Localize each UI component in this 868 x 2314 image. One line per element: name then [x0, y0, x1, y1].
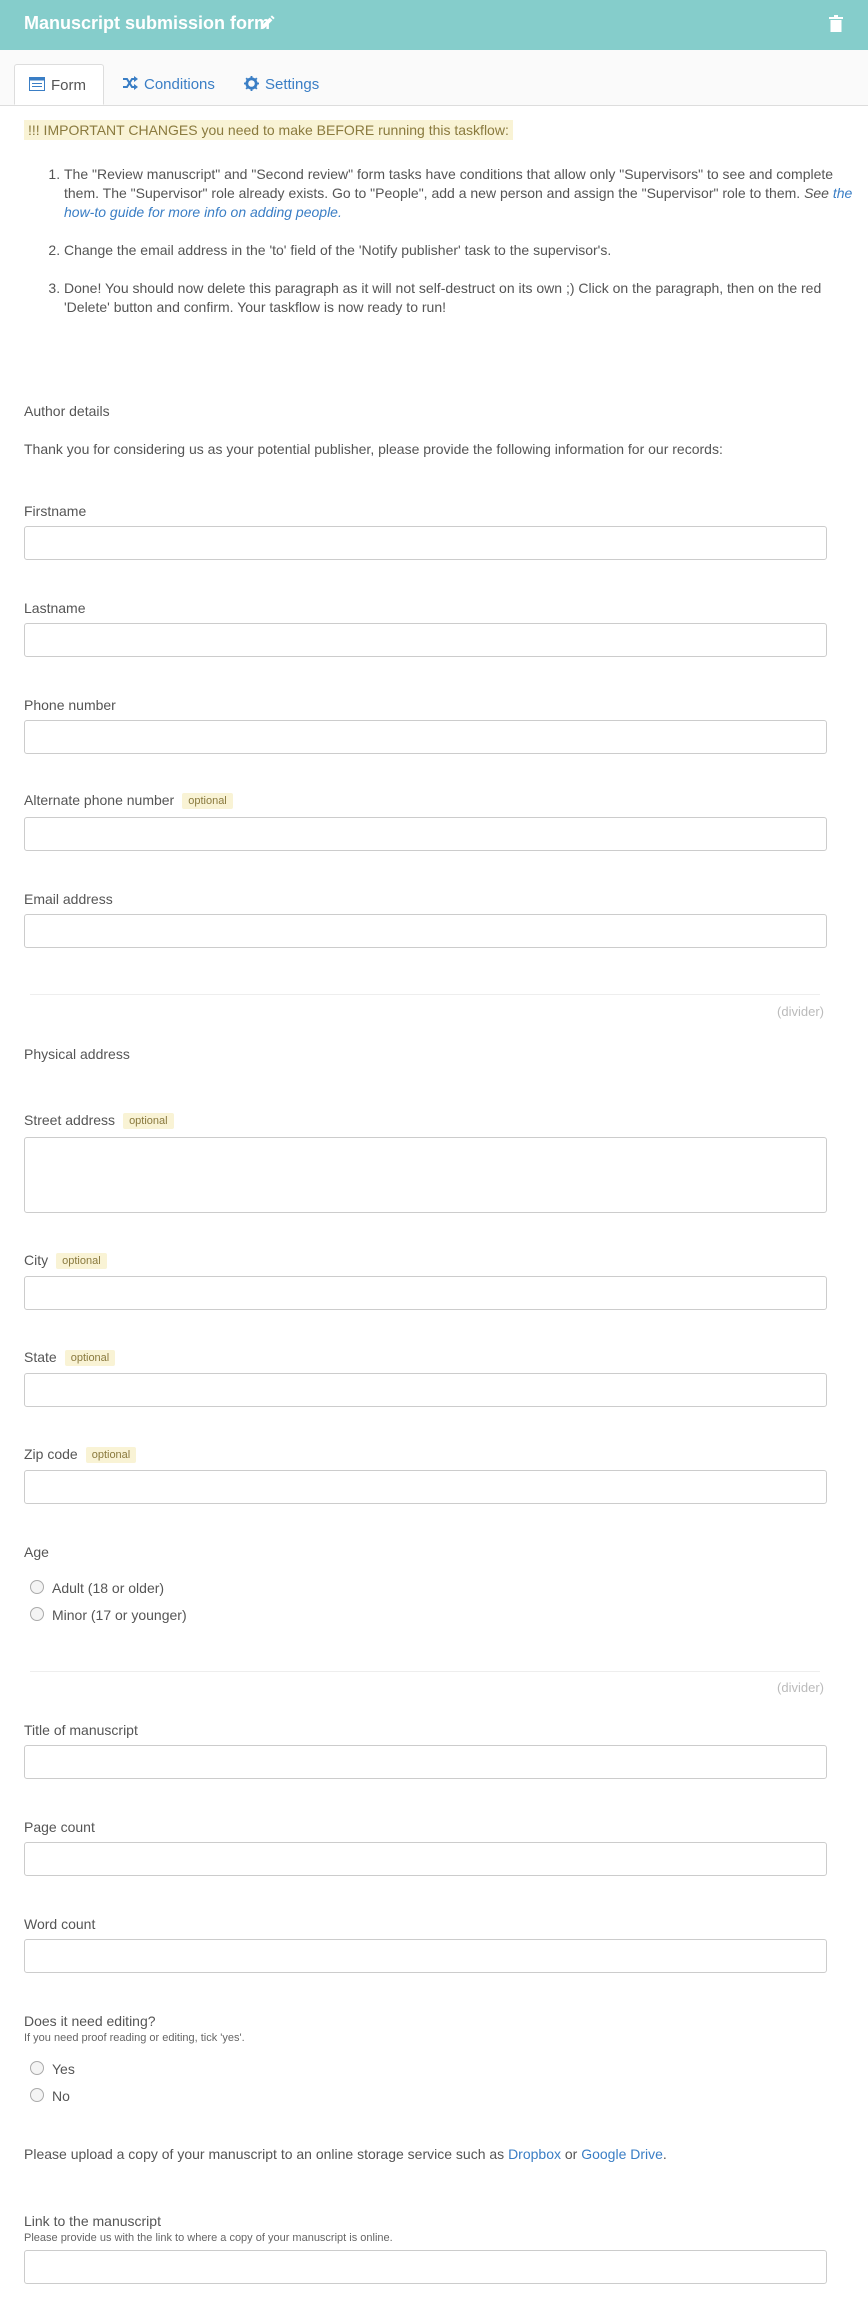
divider-label: (divider) — [777, 1680, 824, 1695]
step-see: See — [804, 185, 829, 201]
city-label-text: City — [24, 1252, 49, 1268]
app-header: Manuscript submission form — [0, 0, 868, 50]
email-input[interactable] — [24, 914, 827, 948]
lastname-label: Lastname — [24, 600, 86, 616]
instruction-step: Change the email address in the 'to' fie… — [64, 241, 864, 260]
city-input[interactable] — [24, 1276, 827, 1310]
editing-option-no[interactable]: No — [30, 2088, 70, 2104]
instruction-step: Done! You should now delete this paragra… — [64, 279, 864, 317]
optional-badge: optional — [64, 1350, 116, 1367]
tab-settings[interactable]: Settings — [244, 64, 319, 105]
shuffle-icon — [123, 76, 138, 91]
instructions-list: The "Review manuscript" and "Second revi… — [24, 165, 864, 336]
important-notice: !!! IMPORTANT CHANGES you need to make B… — [24, 120, 513, 140]
tab-conditions[interactable]: Conditions — [122, 64, 215, 105]
radio-circle[interactable] — [30, 1580, 44, 1595]
state-input[interactable] — [24, 1373, 827, 1407]
tab-bar: Form Conditions Settings — [0, 50, 868, 106]
divider-label: (divider) — [777, 1004, 824, 1019]
divider-line — [30, 1671, 820, 1672]
zip-input[interactable] — [24, 1470, 827, 1504]
tab-settings-label: Settings — [265, 76, 320, 93]
author-details-heading: Author details — [24, 403, 110, 419]
alt-phone-input[interactable] — [24, 817, 827, 851]
upload-or: or — [564, 2146, 578, 2162]
alt-phone-label: Alternate phone number optional — [24, 792, 233, 810]
radio-circle[interactable] — [30, 2061, 44, 2076]
page-count-input[interactable] — [24, 1842, 827, 1876]
instruction-step: The "Review manuscript" and "Second revi… — [64, 165, 864, 222]
radio-circle[interactable] — [30, 1607, 44, 1622]
tab-form-label: Form — [51, 77, 86, 94]
gear-icon — [244, 75, 259, 91]
pencil-icon[interactable] — [258, 14, 276, 32]
upload-text: Please upload a copy of your manuscript … — [24, 2146, 505, 2162]
tab-form[interactable]: Form — [14, 64, 104, 105]
editing-help: If you need proof reading or editing, ti… — [24, 2032, 245, 2044]
city-label: City optional — [24, 1252, 107, 1270]
optional-badge: optional — [123, 1113, 174, 1130]
form-title: Manuscript submission form — [24, 13, 271, 33]
editing-option-label: Yes — [52, 2061, 75, 2077]
firstname-input[interactable] — [24, 526, 827, 560]
manuscript-link-help: Please provide us with the link to where… — [24, 2232, 393, 2244]
divider-line — [30, 994, 820, 995]
word-count-input[interactable] — [24, 1939, 827, 1973]
state-label-text: State — [24, 1349, 57, 1365]
age-option-minor[interactable]: Minor (17 or younger) — [30, 1607, 187, 1623]
trash-icon[interactable] — [829, 15, 843, 32]
lastname-input[interactable] — [24, 623, 827, 657]
upload-instructions: Please upload a copy of your manuscript … — [24, 2146, 667, 2162]
google-drive-link[interactable]: Google Drive — [581, 2146, 663, 2162]
age-option-label: Minor (17 or younger) — [52, 1607, 187, 1623]
tab-conditions-label: Conditions — [144, 76, 215, 93]
optional-badge: optional — [56, 1253, 107, 1270]
email-label: Email address — [24, 891, 113, 907]
editing-label: Does it need editing? — [24, 2013, 156, 2029]
manuscript-link-label: Link to the manuscript — [24, 2213, 161, 2229]
age-label: Age — [24, 1544, 49, 1560]
editing-option-yes[interactable]: Yes — [30, 2061, 75, 2077]
optional-badge: optional — [182, 793, 233, 810]
phone-label: Phone number — [24, 697, 116, 713]
manuscript-link-input[interactable] — [24, 2250, 827, 2284]
form-icon — [29, 77, 45, 92]
street-label-text: Street address — [24, 1112, 116, 1128]
manuscript-title-input[interactable] — [24, 1745, 827, 1779]
manuscript-title-label: Title of manuscript — [24, 1722, 138, 1738]
optional-badge: optional — [85, 1447, 137, 1464]
firstname-label: Firstname — [24, 503, 87, 519]
street-input[interactable] — [24, 1137, 827, 1213]
state-label: State optional — [24, 1349, 116, 1367]
editing-option-label: No — [52, 2088, 70, 2104]
dropbox-link[interactable]: Dropbox — [508, 2146, 561, 2162]
zip-label: Zip code optional — [24, 1446, 137, 1464]
page-count-label: Page count — [24, 1819, 95, 1835]
alt-phone-label-text: Alternate phone number — [24, 792, 175, 808]
author-intro: Thank you for considering us as your pot… — [24, 441, 723, 457]
radio-circle[interactable] — [30, 2088, 44, 2103]
phone-input[interactable] — [24, 720, 827, 754]
age-option-label: Adult (18 or older) — [52, 1580, 165, 1596]
age-option-adult[interactable]: Adult (18 or older) — [30, 1580, 164, 1596]
street-label: Street address optional — [24, 1112, 174, 1130]
zip-label-text: Zip code — [24, 1446, 78, 1462]
step-text: The "Review manuscript" and "Second revi… — [64, 166, 834, 201]
physical-address-heading: Physical address — [24, 1046, 130, 1062]
word-count-label: Word count — [24, 1916, 96, 1932]
upload-end: . — [662, 2146, 667, 2162]
